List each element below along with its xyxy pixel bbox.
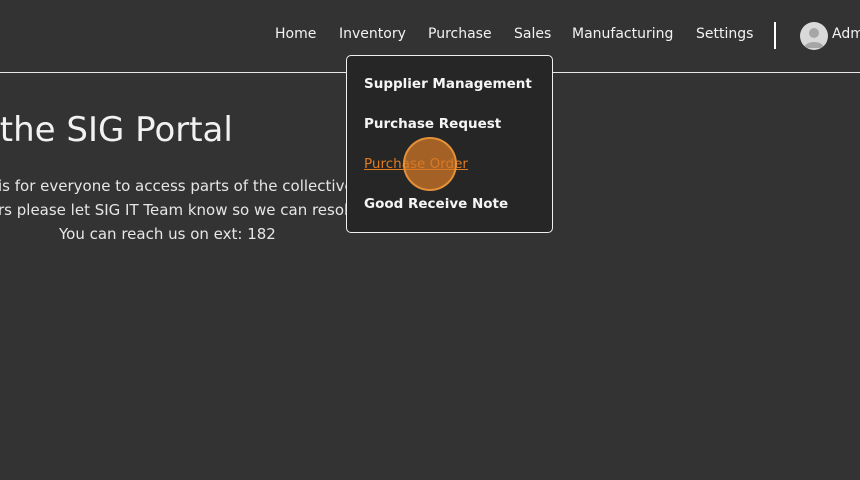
- purchase-dropdown-menu: Supplier Management Purchase Request Pur…: [346, 55, 553, 233]
- page: Home Inventory Purchase Sales Manufactur…: [0, 0, 860, 480]
- nav-manufacturing[interactable]: Manufacturing: [572, 26, 673, 42]
- intro-line-3: You can reach us on ext: 182: [59, 225, 276, 243]
- nav-divider: [774, 22, 776, 49]
- intro-line-2: rs please let SIG IT Team know so we can…: [0, 201, 349, 219]
- intro-line-1: is for everyone to access parts of the c…: [0, 177, 354, 195]
- user-name[interactable]: Adm: [832, 26, 860, 42]
- nav-settings[interactable]: Settings: [696, 26, 753, 42]
- menu-item-good-receive-note[interactable]: Good Receive Note: [364, 196, 508, 212]
- nav-home[interactable]: Home: [275, 26, 316, 42]
- nav-inventory[interactable]: Inventory: [339, 26, 406, 42]
- nav-sales[interactable]: Sales: [514, 26, 551, 42]
- click-indicator: [403, 137, 457, 191]
- page-title: me to the SIG Portal: [0, 110, 233, 150]
- user-avatar-icon[interactable]: [800, 22, 828, 50]
- nav-purchase[interactable]: Purchase: [428, 26, 492, 42]
- menu-item-supplier-management[interactable]: Supplier Management: [364, 76, 532, 92]
- menu-item-purchase-request[interactable]: Purchase Request: [364, 116, 501, 132]
